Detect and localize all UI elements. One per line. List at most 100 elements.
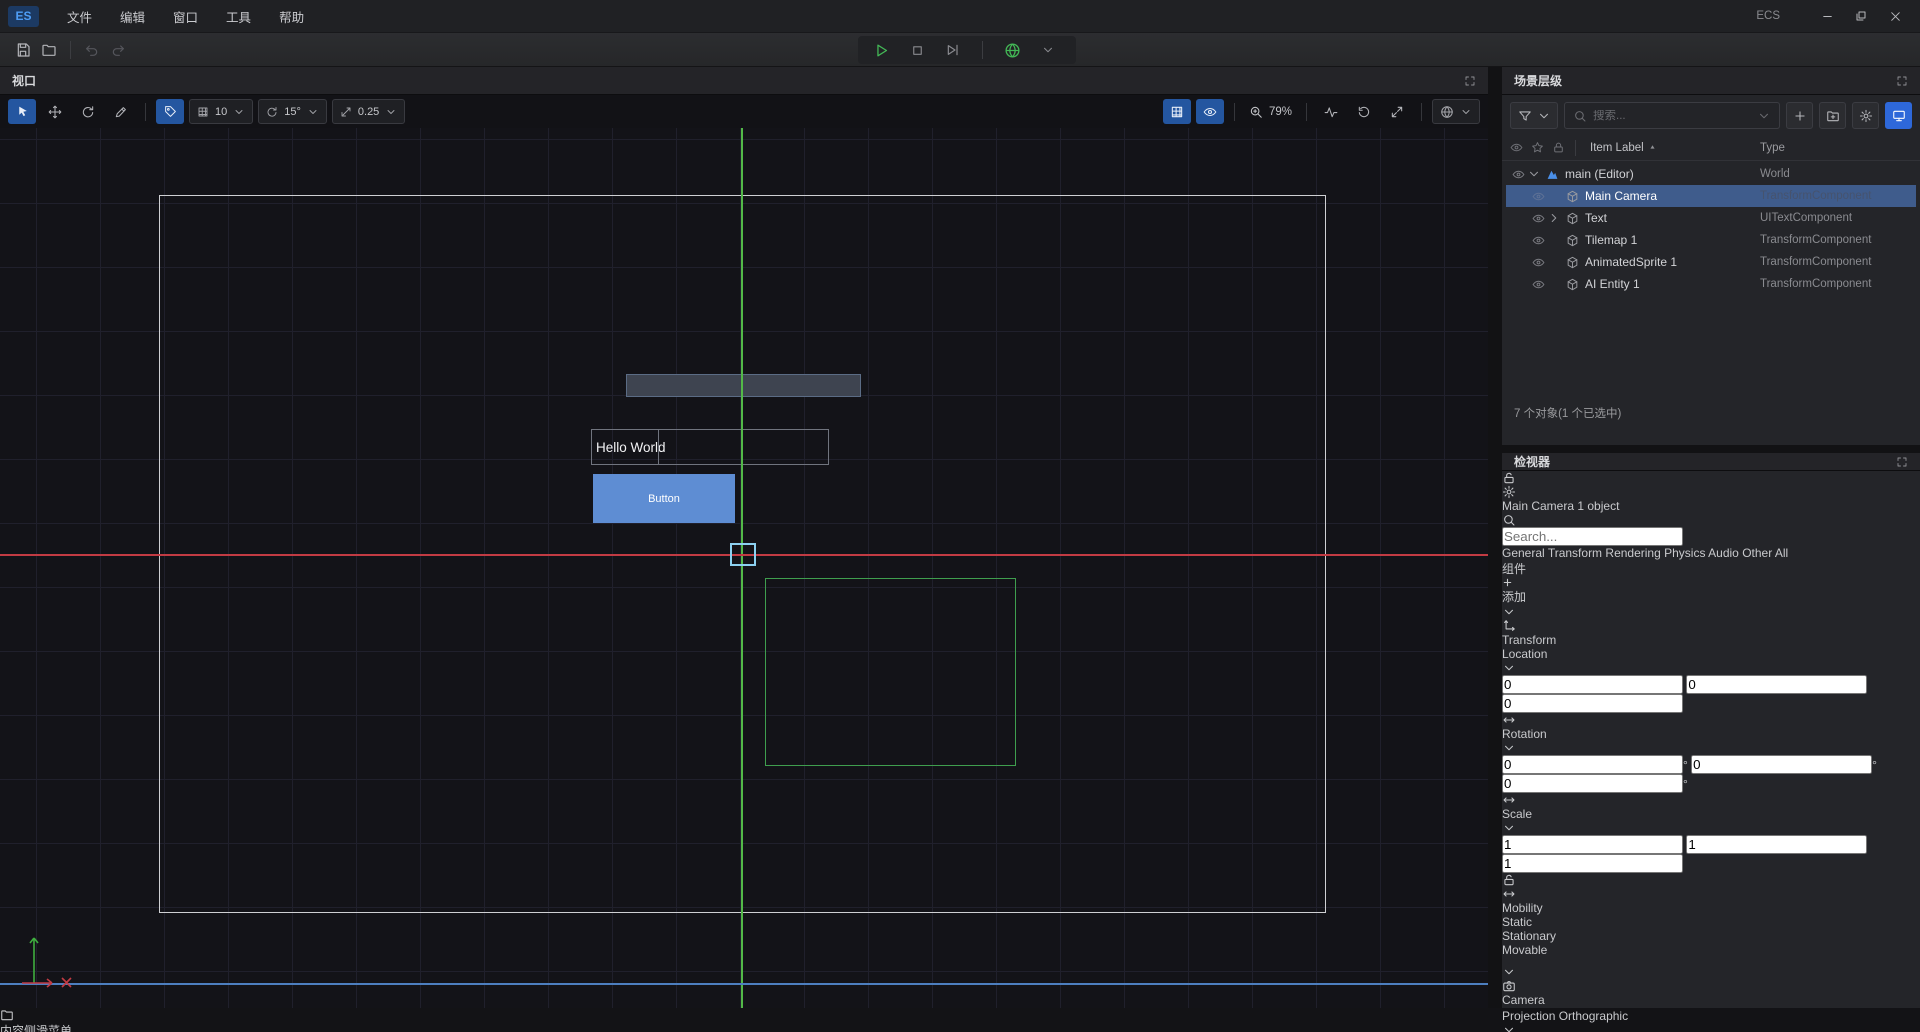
- tree-row[interactable]: AnimatedSprite 1 TransformComponent: [1506, 251, 1916, 273]
- inspector-search-input[interactable]: [1502, 527, 1683, 546]
- fullscreen-button[interactable]: [1383, 99, 1411, 124]
- menu-tools[interactable]: 工具: [216, 3, 261, 30]
- hierarchy-settings-button[interactable]: [1852, 102, 1879, 129]
- scale-x-field[interactable]: [1502, 838, 1683, 852]
- scale-z-field[interactable]: [1502, 857, 1683, 871]
- maximize-button[interactable]: [1844, 4, 1878, 28]
- play-button[interactable]: [866, 38, 896, 62]
- tree-row[interactable]: AI Entity 1 TransformComponent: [1506, 273, 1916, 295]
- snap-toggle-button[interactable]: [156, 99, 184, 124]
- eye-icon[interactable]: [1532, 212, 1545, 225]
- link-axes-icon[interactable]: [1502, 713, 1516, 727]
- column-item-label[interactable]: Item Label: [1590, 142, 1657, 154]
- gear-icon[interactable]: [1502, 485, 1516, 499]
- link-axes-icon[interactable]: [1502, 793, 1516, 807]
- save-button[interactable]: [10, 38, 36, 62]
- visibility-button[interactable]: [1196, 99, 1224, 124]
- visibility-column-icon[interactable]: [1510, 141, 1523, 154]
- rotation-x-field[interactable]: °: [1502, 758, 1688, 772]
- eye-icon[interactable]: [1532, 234, 1545, 247]
- new-folder-button[interactable]: [1819, 102, 1846, 129]
- undo-button[interactable]: [79, 38, 105, 62]
- redo-button[interactable]: [105, 38, 131, 62]
- button-widget[interactable]: Button: [593, 474, 735, 523]
- tab-all[interactable]: All: [1775, 546, 1788, 560]
- filter-dropdown[interactable]: [1510, 102, 1558, 129]
- tree-row[interactable]: main (Editor) World: [1506, 163, 1916, 185]
- edit-tool-button[interactable]: [107, 99, 135, 124]
- viewport-maximize-icon[interactable]: [1464, 75, 1476, 87]
- reset-view-button[interactable]: [1350, 99, 1378, 124]
- scale-y-field[interactable]: [1686, 838, 1867, 852]
- scale-label-dropdown[interactable]: Scale: [1502, 807, 1920, 835]
- add-entity-button[interactable]: [1786, 102, 1813, 129]
- eye-icon[interactable]: [1512, 168, 1525, 181]
- projection-dropdown[interactable]: Orthographic: [1502, 1009, 1920, 1032]
- grid-snap-dropdown[interactable]: 10: [189, 99, 253, 124]
- slider-widget[interactable]: [626, 374, 861, 397]
- menu-file[interactable]: 文件: [57, 3, 102, 30]
- uniform-scale-unlock-icon[interactable]: [1502, 873, 1516, 887]
- selection-handle[interactable]: [730, 543, 756, 566]
- rotation-z-field[interactable]: °: [1502, 777, 1688, 791]
- stop-button[interactable]: [902, 38, 932, 62]
- location-x-field[interactable]: [1502, 678, 1683, 692]
- location-z-field[interactable]: [1502, 697, 1683, 711]
- tab-audio[interactable]: Audio: [1708, 546, 1739, 560]
- unlock-icon[interactable]: [1502, 471, 1516, 485]
- camera-section-header[interactable]: Camera: [1502, 965, 1920, 1007]
- column-type[interactable]: Type: [1760, 142, 1785, 154]
- inspector-maximize-icon[interactable]: [1896, 456, 1908, 468]
- app-logo[interactable]: ES: [8, 6, 39, 27]
- open-folder-button[interactable]: [36, 38, 62, 62]
- location-y-field[interactable]: [1686, 678, 1867, 692]
- inspector-search[interactable]: [1502, 530, 1683, 544]
- menu-help[interactable]: 帮助: [269, 3, 314, 30]
- hierarchy-maximize-icon[interactable]: [1896, 75, 1908, 87]
- minimize-button[interactable]: [1810, 4, 1844, 28]
- display-view-button[interactable]: [1885, 102, 1912, 129]
- hierarchy-search-input[interactable]: [1593, 110, 1751, 122]
- step-button[interactable]: [938, 38, 968, 62]
- lock-column-icon[interactable]: [1552, 141, 1565, 154]
- tree-row-selected[interactable]: Main Camera TransformComponent: [1506, 185, 1916, 207]
- link-axes-icon[interactable]: [1502, 887, 1516, 901]
- close-button[interactable]: [1878, 4, 1912, 28]
- add-component-button[interactable]: 添加: [1502, 577, 1920, 604]
- zoom-control[interactable]: 79%: [1245, 105, 1296, 119]
- tab-other[interactable]: Other: [1742, 546, 1772, 560]
- favorite-column-icon[interactable]: [1531, 141, 1544, 154]
- tree-row[interactable]: Text UITextComponent: [1506, 207, 1916, 229]
- play-mode-dropdown[interactable]: [1033, 38, 1063, 62]
- eye-icon[interactable]: [1532, 256, 1545, 269]
- show-grid-button[interactable]: [1163, 99, 1191, 124]
- tab-general[interactable]: General: [1502, 546, 1545, 560]
- menu-window[interactable]: 窗口: [163, 3, 208, 30]
- stats-button[interactable]: [1317, 99, 1345, 124]
- view-mode-dropdown[interactable]: [1432, 99, 1480, 124]
- scene-canvas[interactable]: Hello World Button: [0, 128, 1488, 1008]
- mobility-movable-option[interactable]: Movable: [1502, 943, 1920, 957]
- select-tool-button[interactable]: [8, 99, 36, 124]
- rotate-tool-button[interactable]: [74, 99, 102, 124]
- text-widget[interactable]: Hello World: [591, 429, 829, 465]
- tab-transform[interactable]: Transform: [1548, 546, 1602, 560]
- transform-section-header[interactable]: Transform: [1502, 605, 1920, 647]
- network-globe-button[interactable]: [997, 38, 1027, 62]
- mobility-static-option[interactable]: Static: [1502, 915, 1920, 929]
- scale-snap-dropdown[interactable]: 0.25: [332, 99, 405, 124]
- rotation-y-field[interactable]: °: [1691, 758, 1877, 772]
- eye-icon[interactable]: [1532, 278, 1545, 291]
- rotation-label-dropdown[interactable]: Rotation: [1502, 727, 1920, 755]
- hierarchy-search[interactable]: [1564, 102, 1780, 129]
- menu-edit[interactable]: 编辑: [110, 3, 155, 30]
- eye-icon[interactable]: [1532, 190, 1545, 203]
- mobility-stationary-option[interactable]: Stationary: [1502, 929, 1920, 943]
- tree-row[interactable]: Tilemap 1 TransformComponent: [1506, 229, 1916, 251]
- chevron-down-icon[interactable]: [1527, 167, 1541, 181]
- rotation-snap-dropdown[interactable]: 15°: [258, 99, 327, 124]
- tab-physics[interactable]: Physics: [1664, 546, 1705, 560]
- tab-rendering[interactable]: Rendering: [1605, 546, 1660, 560]
- chevron-right-icon[interactable]: [1547, 211, 1561, 225]
- move-tool-button[interactable]: [41, 99, 69, 124]
